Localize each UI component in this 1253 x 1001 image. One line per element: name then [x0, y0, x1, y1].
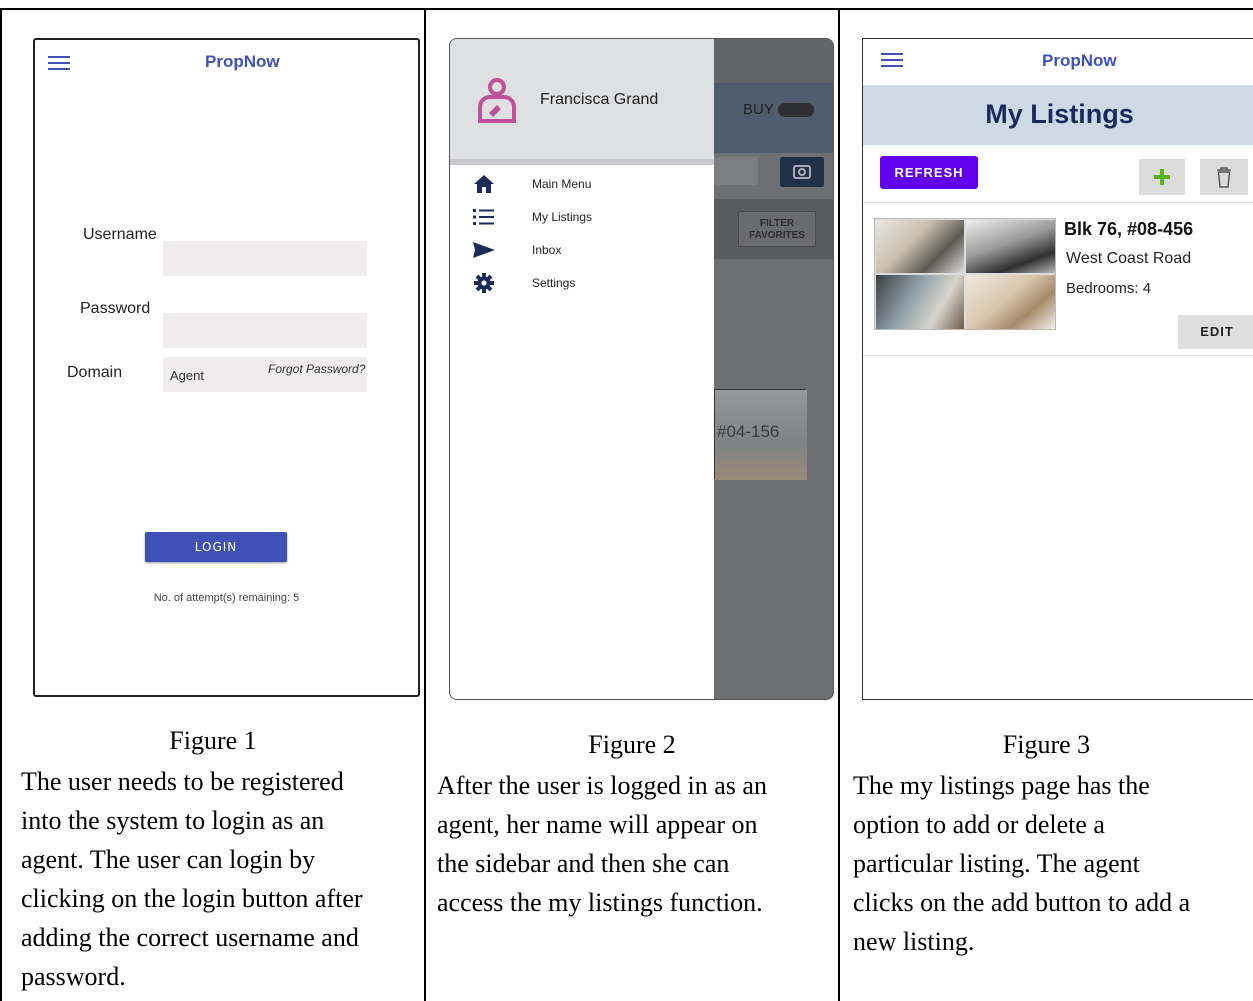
- bg-camera-icon: [780, 157, 824, 187]
- figure-3-description: The my listings page has the option to a…: [853, 766, 1190, 961]
- figure-1-cell: PropNow Username Password Domain Agent F…: [2, 10, 424, 1001]
- send-icon: [472, 239, 496, 261]
- caption-line: adding the correct username and: [21, 923, 359, 952]
- sidebar-screen: BUY FILTER FAVORITES #04-156 Francisca G…: [449, 38, 834, 700]
- password-label: Password: [80, 300, 151, 317]
- bg-buy-label: BUY: [743, 101, 774, 118]
- username-field[interactable]: [163, 241, 367, 276]
- password-field[interactable]: [163, 313, 367, 348]
- caption-line: new listing.: [853, 927, 975, 956]
- caption-line: password.: [21, 962, 126, 991]
- caption-line: the sidebar and then she can: [437, 849, 730, 878]
- figure-2-cell: BUY FILTER FAVORITES #04-156 Francisca G…: [426, 10, 838, 1001]
- menu-item-label: Inbox: [532, 243, 562, 257]
- add-listing-button[interactable]: [1139, 159, 1185, 195]
- caption-line: access the my listings function.: [437, 888, 763, 917]
- caption-line: option to add or delete a: [853, 810, 1105, 839]
- domain-label: Domain: [67, 364, 123, 381]
- caption-line: The my listings page has the: [853, 771, 1150, 800]
- app-title: PropNow: [205, 52, 280, 71]
- bg-header: [714, 83, 833, 153]
- listing-photo: [966, 275, 1055, 329]
- home-icon: [472, 173, 496, 195]
- figure-2-title: Figure 2: [588, 730, 676, 759]
- login-button[interactable]: LOGIN: [145, 532, 287, 562]
- caption-line: The user needs to be registered: [21, 767, 344, 796]
- page-header: My Listings: [863, 85, 1253, 145]
- menu-item-label: Main Menu: [532, 177, 592, 191]
- listing-address: Blk 76, #08-456: [1064, 219, 1194, 239]
- caption-line: clicking on the login button after: [21, 884, 363, 913]
- listing-street: West Coast Road: [1066, 250, 1192, 267]
- profile-icon: [474, 77, 520, 123]
- hamburger-menu-icon[interactable]: [48, 56, 70, 72]
- bg-filter-favorites: FILTER FAVORITES: [738, 211, 816, 247]
- edit-button[interactable]: EDIT: [1178, 315, 1253, 349]
- app-title: PropNow: [1042, 51, 1117, 70]
- caption-line: After the user is logged in as an: [437, 771, 767, 800]
- listing-bedrooms: Bedrooms: 4: [1066, 280, 1152, 297]
- figure-1-description: The user needs to be registered into the…: [21, 762, 363, 996]
- refresh-button[interactable]: REFRESH: [880, 156, 978, 189]
- gear-icon: [472, 272, 496, 294]
- my-listings-screen: PropNow My Listings REFRESH Blk 76, #08-…: [862, 38, 1253, 700]
- navigation-drawer: Francisca Grand Main Menu My Listings In…: [450, 39, 714, 699]
- trash-icon: [1217, 167, 1231, 188]
- caption-line: agent, her name will appear on: [437, 810, 758, 839]
- figure-3-title: Figure 3: [1002, 730, 1091, 759]
- figure-table: PropNow Username Password Domain Agent F…: [0, 8, 1253, 1001]
- page-title: My Listings: [985, 99, 1134, 129]
- bg-toggle: [778, 103, 814, 117]
- plus-icon: [1154, 169, 1170, 185]
- figure-3-cell: PropNow My Listings REFRESH Blk 76, #08-…: [840, 10, 1253, 1001]
- attempts-remaining: No. of attempt(s) remaining: 5: [153, 592, 300, 604]
- caption-line: into the system to login as an: [21, 806, 325, 835]
- figure-2-description: After the user is logged in as an agent,…: [437, 766, 767, 922]
- login-screen: PropNow Username Password Domain Agent F…: [33, 38, 420, 697]
- domain-select[interactable]: Agent Forgot Password?: [163, 357, 367, 392]
- listing-card[interactable]: Blk 76, #08-456 West Coast Road Bedrooms…: [863, 202, 1253, 356]
- bg-listing-card: #04-156: [714, 389, 807, 480]
- menu-item-label: Settings: [532, 276, 576, 290]
- delete-listing-button[interactable]: [1200, 159, 1248, 195]
- user-name: Francisca Grand: [540, 91, 659, 108]
- list-icon: [472, 206, 496, 228]
- menu-item-label: My Listings: [532, 210, 593, 224]
- bg-listing-unit: #04-156: [717, 422, 780, 441]
- listing-photo: [876, 220, 964, 273]
- caption-line: clicks on the add button to add a: [853, 888, 1191, 917]
- username-label: Username: [83, 226, 157, 243]
- listing-photo: [966, 220, 1055, 273]
- hamburger-menu-icon[interactable]: [881, 53, 903, 69]
- drawer-header: Francisca Grand: [450, 39, 714, 165]
- bg-search: [714, 157, 758, 185]
- figure-1-title: Figure 1: [169, 726, 257, 755]
- listing-photos: [874, 218, 1056, 330]
- caption-line: agent. The user can login by: [21, 845, 316, 874]
- forgot-password-link[interactable]: Forgot Password?: [268, 362, 365, 376]
- listing-photo: [876, 275, 964, 329]
- caption-line: particular listing. The agent: [853, 849, 1140, 878]
- domain-value: Agent: [170, 368, 204, 383]
